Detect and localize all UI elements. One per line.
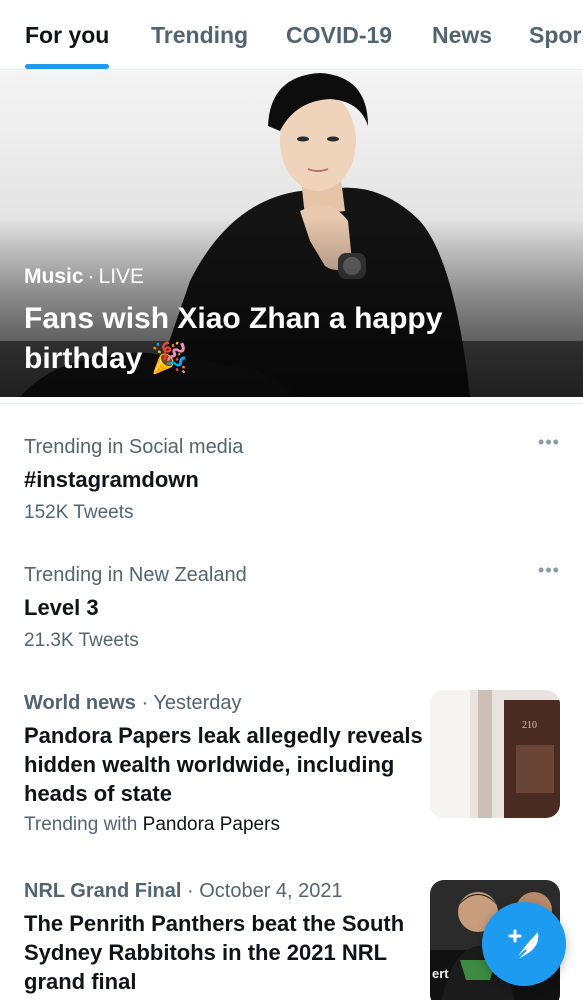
tab-news[interactable]: News — [432, 22, 492, 49]
section-divider — [0, 403, 583, 404]
trend-context: Trending in Social media — [24, 436, 244, 458]
party-popper-emoji: 🎉 — [150, 342, 189, 375]
news-time: October 4, 2021 — [199, 880, 343, 902]
news-time: Yesterday — [153, 692, 242, 714]
hero-category: Music — [24, 265, 84, 288]
thumbnail-jersey-text: ert — [432, 966, 449, 981]
hero-headline: Fans wish Xiao Zhan a happy birthday 🎉 — [24, 299, 524, 379]
active-tab-indicator — [25, 64, 109, 69]
tab-covid-19[interactable]: COVID-19 — [286, 22, 392, 49]
trending-with-topic: Pandora Papers — [142, 814, 280, 835]
news-trending-with: Trending with Pandora Papers — [24, 814, 424, 836]
compose-tweet-button[interactable] — [482, 902, 566, 986]
news-headline: The Penrith Panthers beat the South Sydn… — [24, 911, 405, 994]
news-source: World news — [24, 692, 136, 714]
trend-item[interactable]: Trending in New Zealand Level 3 21.3K Tw… — [24, 560, 564, 652]
trend-tweet-count: 152K Tweets — [24, 502, 134, 523]
separator-dot: · — [186, 880, 194, 902]
news-item[interactable]: NRL Grand Final · October 4, 2021 The Pe… — [24, 880, 424, 996]
tab-trending[interactable]: Trending — [151, 22, 248, 49]
separator-dot: · — [87, 265, 95, 288]
trending-with-prefix: Trending with — [24, 814, 138, 835]
more-icon[interactable]: ••• — [532, 560, 566, 580]
compose-icon — [508, 929, 539, 961]
trend-context: Trending in New Zealand — [24, 564, 247, 586]
trend-name: Level 3 — [24, 595, 99, 620]
hero-title-text: Fans wish Xiao Zhan a happy birthday — [24, 302, 443, 375]
news-item[interactable]: World news · Yesterday Pandora Papers le… — [24, 692, 424, 836]
trend-name: #instagramdown — [24, 467, 199, 492]
more-icon[interactable]: ••• — [532, 432, 566, 452]
news-context: NRL Grand Final · October 4, 2021 — [24, 880, 424, 903]
separator-dot: · — [141, 692, 149, 714]
trend-item[interactable]: Trending in Social media #instagramdown … — [24, 432, 564, 524]
news-context: World news · Yesterday — [24, 692, 424, 715]
news-headline: Pandora Papers leak allegedly reveals hi… — [24, 723, 423, 806]
hero-live-status: LIVE — [98, 265, 145, 288]
tab-sports[interactable]: Spor — [529, 22, 581, 49]
hero-card[interactable]: Music · LIVE Fans wish Xiao Zhan a happy b… — [0, 71, 583, 397]
trend-tweet-count: 21.3K Tweets — [24, 630, 139, 651]
news-source: NRL Grand Final — [24, 880, 182, 902]
news-thumbnail[interactable]: 210 — [430, 690, 560, 818]
thumbnail-room-number: 210 — [522, 720, 537, 731]
hero-meta: Music · LIVE — [24, 265, 144, 289]
news-thumbnail-image: 210 — [430, 690, 560, 818]
top-tab-bar: For you Trending COVID-19 News Spor — [0, 0, 583, 70]
tab-for-you[interactable]: For you — [25, 22, 109, 49]
